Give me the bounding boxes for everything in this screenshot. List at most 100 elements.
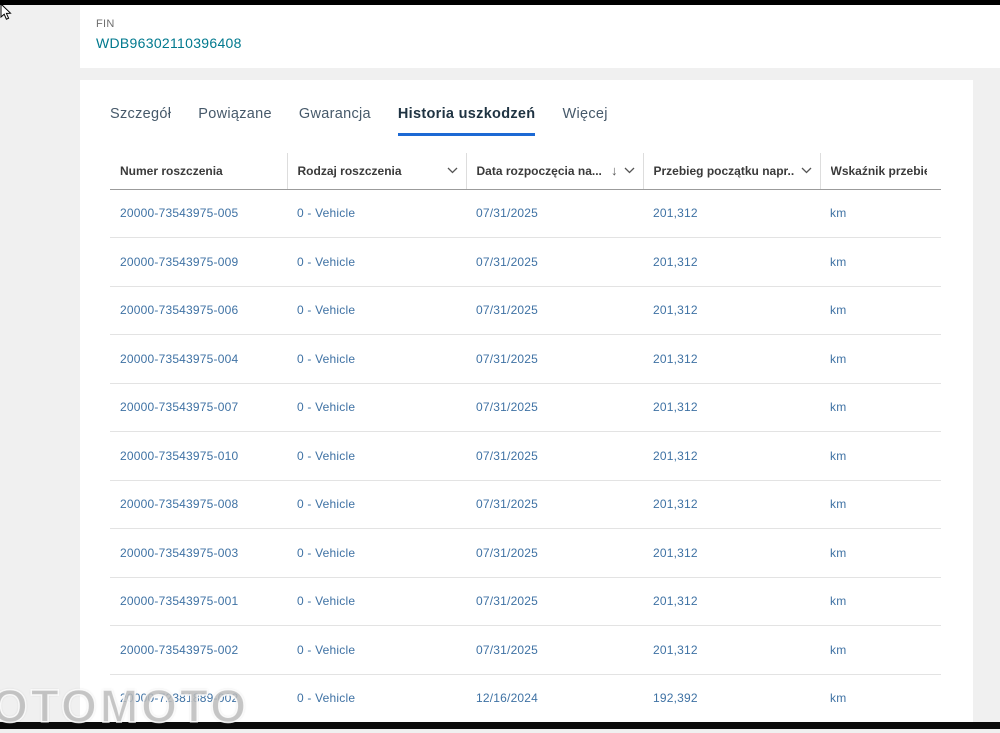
cell-start_date: 07/31/2025 [466,237,643,287]
claim_number-link[interactable]: 20000-73543975-004 [120,352,238,366]
cell-unit: km [820,528,941,578]
claim_number-link[interactable]: 20000-73543975-002 [120,643,238,657]
table-row: 20000-73543975-005 0 - Vehicle 07/31/2025 2… [110,189,941,238]
table-row: 20000-73543975-007 0 - Vehicle 07/31/2025 2… [110,383,941,432]
claim_number-link[interactable]: 20000-72381889-002 [120,691,238,705]
column-header-2[interactable]: Data rozpoczęcia na... ↓ [465,153,643,190]
cell-claim_type: 0 - Vehicle [287,334,466,384]
cell-start_date: 07/31/2025 [466,528,643,578]
claim_number-link[interactable]: 20000-73543975-001 [120,594,238,608]
cell-unit: km [820,480,941,529]
claim_type-text: 0 - Vehicle [297,497,356,512]
claim_number-link[interactable]: 20000-73543975-003 [120,546,238,560]
tab-3[interactable]: Historia uszkodzeń [397,106,536,136]
tab-bar: Szczegół Powiązane Gwarancja Historia uszko… [80,80,973,136]
claim_type-text: 0 - Vehicle [297,206,356,221]
cell-claim_number: 20000-73543975-010 [110,431,287,481]
cell-claim_number: 20000-73543975-004 [110,334,287,384]
tab-4[interactable]: Więcej [562,106,607,136]
column-header-1[interactable]: Rodzaj roszczenia [286,153,466,190]
unit-text: km [830,254,847,269]
cell-mileage: 201,312 [643,528,820,578]
start_date-text: 07/31/2025 [476,400,539,415]
claim_number-link[interactable]: 20000-73543975-007 [120,400,238,414]
cell-mileage: 192,392 [643,674,820,723]
cell-claim_type: 0 - Vehicle [287,625,466,675]
cell-unit: km [820,431,941,481]
column-header-label: Data rozpoczęcia na... [476,163,602,178]
start_date-text: 07/31/2025 [476,254,539,269]
cell-claim_number: 20000-73543975-009 [110,237,287,287]
start_date-text: 07/31/2025 [476,206,539,221]
fin-value-link[interactable]: WDB96302110396408 [96,35,1000,51]
cell-unit: km [820,625,941,675]
claim_type-text: 0 - Vehicle [297,691,356,706]
cell-claim_number: 20000-73543975-008 [110,480,287,529]
start_date-text: 07/31/2025 [476,497,539,512]
mileage-text: 201,312 [653,594,698,609]
cell-claim_number: 20000-73543975-002 [110,625,287,675]
claim_number-link[interactable]: 20000-73543975-009 [120,255,238,269]
cell-start_date: 07/31/2025 [466,480,643,529]
table-row: 20000-73543975-010 0 - Vehicle 07/31/2025 2… [110,431,941,481]
claims-table: Numer roszczenia Rodzaj roszczenia Data ro… [110,153,941,723]
column-header-label: Rodzaj roszczenia [297,163,402,178]
cell-claim_number: 20000-72381889-002 [110,674,287,723]
cell-mileage: 201,312 [643,625,820,675]
cell-unit: km [820,334,941,384]
chevron-down-icon[interactable] [447,167,458,174]
tab-0[interactable]: Szczegół [110,106,171,136]
table-row: 20000-73543975-002 0 - Vehicle 07/31/2025 2… [110,625,941,675]
table-row: 20000-73543975-004 0 - Vehicle 07/31/2025 2… [110,334,941,384]
cell-start_date: 07/31/2025 [466,286,643,335]
column-header-0[interactable]: Numer roszczenia [110,153,287,190]
claim_number-link[interactable]: 20000-73543975-005 [120,206,238,220]
claim_type-text: 0 - Vehicle [297,594,356,609]
claim_type-text: 0 - Vehicle [297,642,356,657]
chevron-down-icon[interactable] [801,167,812,174]
tab-1[interactable]: Powiązane [198,106,272,136]
bottom-black-bar [0,722,1000,729]
mileage-text: 201,312 [653,497,698,512]
cell-unit: km [820,674,941,723]
claim_type-text: 0 - Vehicle [297,400,356,415]
claims-table-wrap: Numer roszczenia Rodzaj roszczenia Data ro… [110,153,941,723]
mileage-text: 201,312 [653,642,698,657]
cell-unit: km [820,383,941,432]
claim_type-text: 0 - Vehicle [297,351,356,366]
main-card: Szczegół Powiązane Gwarancja Historia uszko… [80,80,973,729]
cell-start_date: 07/31/2025 [466,383,643,432]
claim_number-link[interactable]: 20000-73543975-006 [120,303,238,317]
column-header-4[interactable]: Wskaźnik przebiegu [819,153,941,190]
cell-mileage: 201,312 [643,383,820,432]
start_date-text: 07/31/2025 [476,642,539,657]
cell-claim_type: 0 - Vehicle [287,286,466,335]
cell-start_date: 07/31/2025 [466,431,643,481]
cell-claim_type: 0 - Vehicle [287,189,466,238]
claim_number-link[interactable]: 20000-73543975-010 [120,449,238,463]
cell-unit: km [820,577,941,626]
cell-claim_type: 0 - Vehicle [287,431,466,481]
cell-claim_type: 0 - Vehicle [287,237,466,287]
cell-unit: km [820,189,941,238]
mileage-text: 201,312 [653,206,698,221]
cell-claim_type: 0 - Vehicle [287,480,466,529]
column-header-3[interactable]: Przebieg początku napr... [642,153,820,190]
cell-start_date: 07/31/2025 [466,577,643,626]
fin-header: FIN WDB96302110396408 [80,5,1000,68]
unit-text: km [830,351,847,366]
unit-text: km [830,691,847,706]
claim_number-link[interactable]: 20000-73543975-008 [120,497,238,511]
cell-mileage: 201,312 [643,286,820,335]
unit-text: km [830,303,847,318]
chevron-down-icon[interactable] [624,167,635,174]
unit-text: km [830,497,847,512]
tab-2[interactable]: Gwarancja [299,106,371,136]
claim_type-text: 0 - Vehicle [297,545,356,560]
sort-desc-icon[interactable]: ↓ [611,164,618,177]
cell-start_date: 12/16/2024 [466,674,643,723]
cell-start_date: 07/31/2025 [466,334,643,384]
table-row: 20000-73543975-008 0 - Vehicle 07/31/2025 2… [110,480,941,529]
unit-text: km [830,400,847,415]
cell-claim_number: 20000-73543975-001 [110,577,287,626]
